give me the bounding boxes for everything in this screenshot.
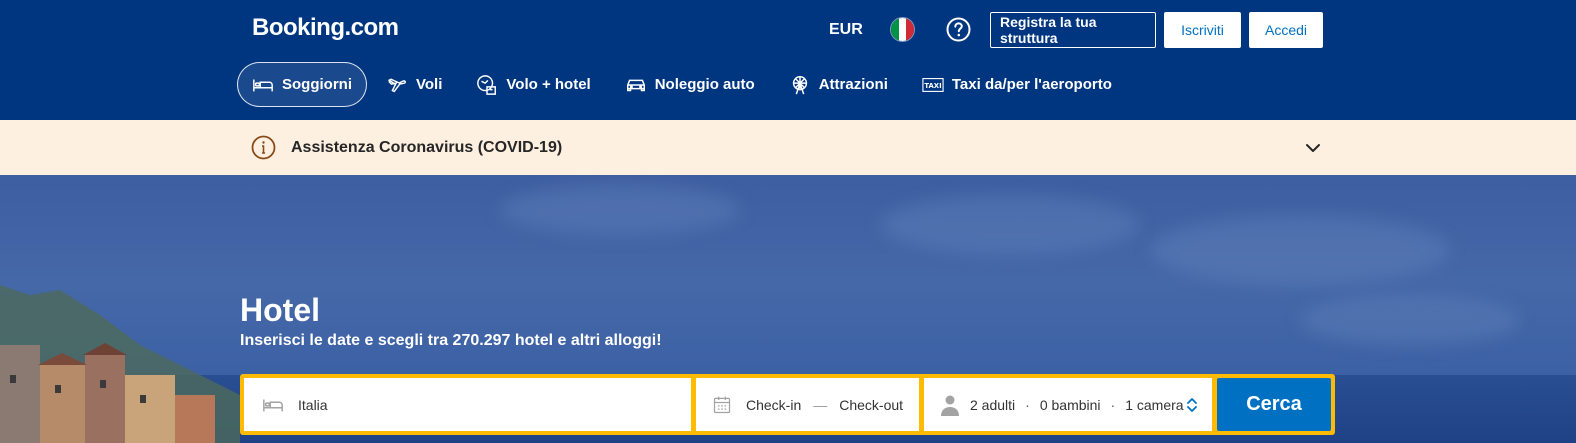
logo[interactable]: Booking.com [252,14,399,42]
nav-item-label: Volo + hotel [506,76,591,93]
nav-item-flights[interactable]: Voli [371,62,457,107]
plane-icon [387,78,407,92]
product-nav: Soggiorni Voli Volo + hotel Noleggio aut… [237,62,1131,107]
children-count: 0 bambini [1039,396,1101,413]
nav-item-label: Taxi da/per l'aeroporto [951,76,1112,93]
hero-cloud [1150,215,1450,285]
destination-field[interactable] [244,378,691,431]
svg-text:TAXI: TAXI [924,82,941,90]
checkout-label[interactable]: Check-out [839,397,903,413]
destination-input[interactable] [298,396,658,413]
checkin-label[interactable]: Check-in [746,397,801,413]
chevron-updown-icon[interactable] [1186,397,1198,413]
person-icon [941,395,959,416]
language-flag-icon[interactable] [890,17,915,42]
calendar-icon [713,396,731,413]
nav-item-label: Attrazioni [818,76,888,93]
taxi-icon: TAXI [922,77,944,92]
hero-cloud [1300,295,1520,345]
nav-item-attractions[interactable]: Attrazioni [774,62,903,107]
nav-item-label: Soggiorni [282,76,352,93]
search-button[interactable]: Cerca [1217,378,1331,431]
ferris-wheel-icon [792,75,807,94]
hero-cloud [880,195,1140,255]
dates-field[interactable]: Check-in — Check-out [696,378,919,431]
chevron-down-icon[interactable] [1305,140,1321,156]
guests-separator: · [1025,396,1030,413]
car-icon [626,79,645,91]
login-button[interactable]: Accedi [1249,12,1323,48]
nav-item-flight-hotel[interactable]: Volo + hotel [461,62,605,107]
rooms-count: 1 camera [1125,396,1184,413]
question-circle-icon[interactable] [946,17,971,42]
banner-title: Assistenza Coronavirus (COVID-19) [291,139,563,156]
guests-field[interactable]: 2 adulti · 0 bambini · 1 camera [924,378,1212,431]
currency-selector[interactable]: EUR [829,20,863,40]
nav-item-airport-taxi[interactable]: TAXI Taxi da/per l'aeroporto [907,62,1127,107]
covid-banner[interactable]: Assistenza Coronavirus (COVID-19) [0,120,1576,175]
nav-item-car-rental[interactable]: Noleggio auto [610,62,770,107]
nav-item-label: Voli [416,76,443,93]
hero-cloud [500,185,740,235]
bed-icon [263,399,283,411]
flight-hotel-icon [477,74,497,95]
info-icon [251,135,276,160]
search-bar: Check-in — Check-out 2 adulti · 0 bambin… [240,374,1335,435]
bed-icon [253,79,273,91]
nav-item-label: Noleggio auto [654,76,755,93]
guests-separator: · [1110,396,1116,413]
list-property-button[interactable]: Registra la tua struttura [990,12,1156,48]
header: Booking.com EUR Registra la tua struttur… [0,0,1576,120]
adults-count: 2 adulti [970,396,1016,413]
hero-title: Hotel [240,292,320,328]
register-button[interactable]: Iscriviti [1164,12,1241,48]
hero-subtitle: Inserisci le date e scegli tra 270.297 h… [240,332,662,349]
hero-town-image [0,285,240,443]
date-separator: — [813,396,828,413]
nav-item-stays[interactable]: Soggiorni [237,62,367,107]
